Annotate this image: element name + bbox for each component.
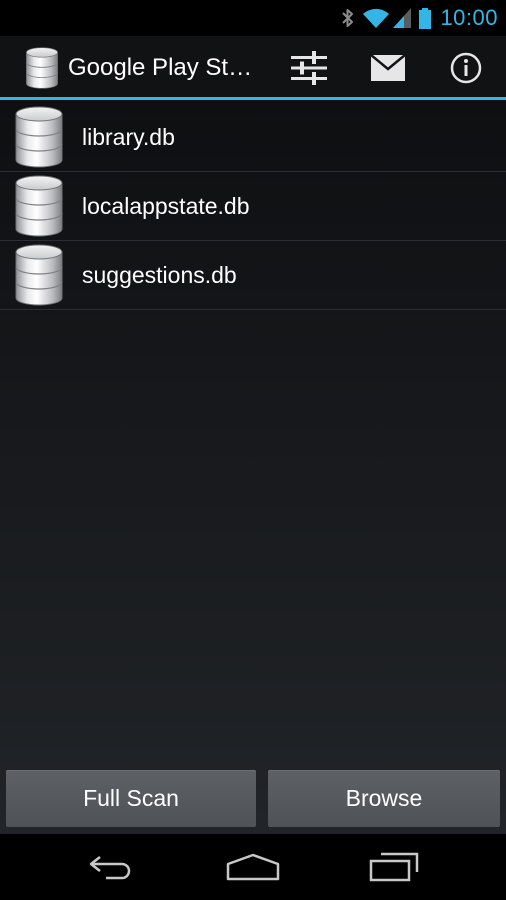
list-item[interactable]: localappstate.db (0, 172, 506, 241)
action-bar: Google Play Store (0, 36, 506, 100)
battery-icon (418, 6, 432, 30)
status-time: 10:00 (440, 5, 498, 30)
bluetooth-icon (340, 6, 356, 30)
info-icon (450, 52, 482, 84)
database-icon (14, 244, 64, 306)
mail-button[interactable] (356, 36, 420, 100)
list-item[interactable]: library.db (0, 103, 506, 172)
list-item[interactable]: suggestions.db (0, 241, 506, 310)
settings-button[interactable] (277, 36, 341, 100)
file-name: library.db (82, 124, 175, 150)
recent-apps-button[interactable] (344, 834, 444, 900)
home-icon (226, 853, 280, 881)
screen: 10:00 Google Play Store library.db local… (0, 0, 506, 900)
database-icon (14, 175, 64, 237)
file-name: localappstate.db (82, 193, 250, 219)
back-button[interactable] (62, 834, 162, 900)
navigation-bar (0, 834, 506, 900)
database-icon[interactable] (24, 47, 60, 89)
database-file-list: library.db localappstate.db suggestions.… (0, 103, 506, 310)
browse-button[interactable]: Browse (268, 770, 500, 827)
wifi-icon (362, 6, 390, 30)
mail-icon (371, 55, 405, 81)
info-button[interactable] (434, 36, 498, 100)
signal-icon (392, 6, 412, 30)
full-scan-button[interactable]: Full Scan (6, 770, 256, 827)
settings-sliders-icon (291, 51, 327, 85)
database-icon (14, 106, 64, 168)
recent-apps-icon (369, 852, 419, 882)
home-button[interactable] (203, 834, 303, 900)
status-bar: 10:00 (0, 0, 506, 36)
app-title: Google Play Store (68, 54, 258, 81)
file-name: suggestions.db (82, 262, 237, 288)
back-icon (89, 856, 131, 880)
